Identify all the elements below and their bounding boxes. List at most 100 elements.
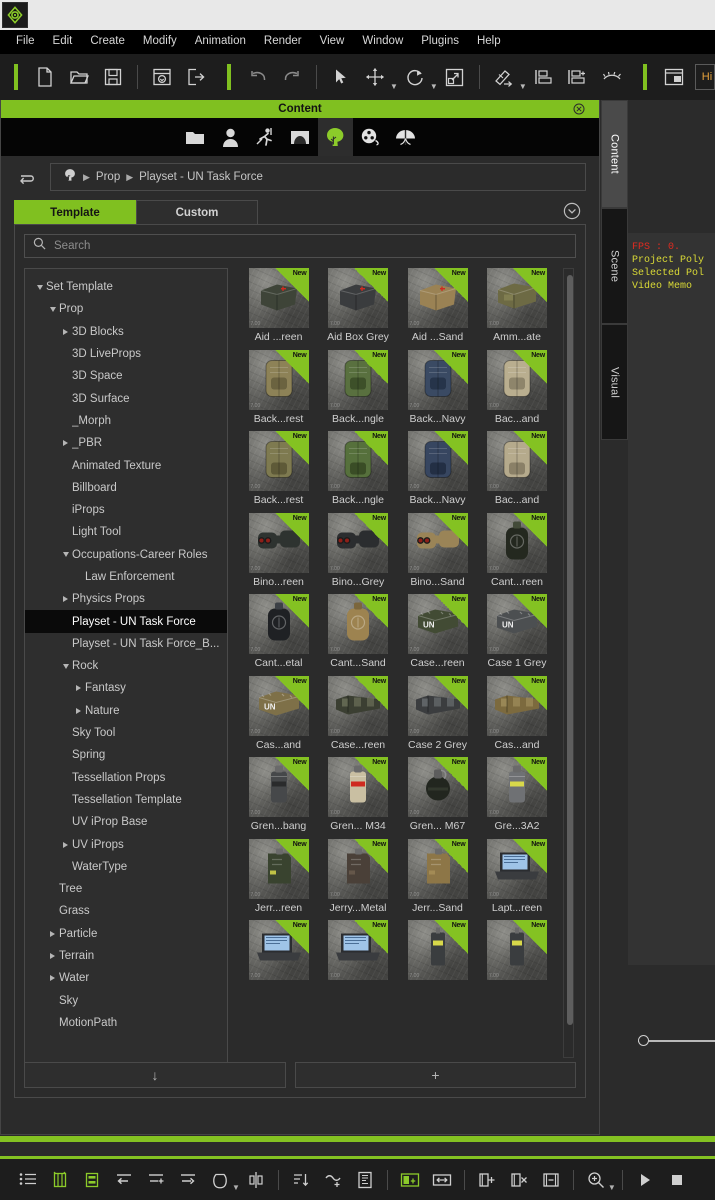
chevron-down-icon[interactable] bbox=[46, 306, 59, 312]
menu-item-create[interactable]: Create bbox=[81, 33, 134, 51]
asset-cell[interactable]: New 7.00 Case...reen bbox=[319, 675, 398, 757]
asset-thumbnail[interactable]: New 7.00 bbox=[407, 757, 468, 818]
new-project-icon[interactable] bbox=[30, 62, 60, 92]
open-project-icon[interactable] bbox=[64, 62, 94, 92]
asset-cell[interactable]: New 7.00 Back...rest bbox=[239, 349, 318, 431]
tree-node-morph[interactable]: _Morph bbox=[25, 410, 227, 432]
asset-thumbnail[interactable]: New 7.00 bbox=[407, 512, 468, 573]
transition-icon[interactable] bbox=[320, 1167, 346, 1193]
menu-item-plugins[interactable]: Plugins bbox=[412, 33, 468, 51]
asset-cell[interactable]: New 7.00 Bino...Sand bbox=[398, 512, 477, 594]
tree-root-icon[interactable] bbox=[63, 168, 77, 187]
align-bottom-icon[interactable] bbox=[529, 62, 559, 92]
play-icon[interactable] bbox=[632, 1167, 658, 1193]
asset-thumbnail[interactable]: New 7.00 bbox=[487, 675, 547, 736]
delete-track-icon[interactable] bbox=[506, 1167, 532, 1193]
asset-thumbnail[interactable]: UN New 7.00 bbox=[487, 594, 547, 655]
asset-cell[interactable]: New 7.00 Aid ...reen bbox=[239, 268, 318, 349]
tab-custom[interactable]: Custom bbox=[136, 200, 258, 224]
chevron-right-icon[interactable] bbox=[46, 953, 59, 960]
prop-tree-icon[interactable] bbox=[317, 118, 353, 156]
asset-cell[interactable]: New 7.00 Bino...Grey bbox=[319, 512, 398, 594]
asset-thumbnail[interactable]: New 7.00 bbox=[248, 920, 309, 981]
stage-icon[interactable] bbox=[283, 118, 318, 156]
asset-thumbnail[interactable]: New 7.00 bbox=[328, 268, 388, 328]
track-list-icon[interactable] bbox=[15, 1167, 41, 1193]
import-icon[interactable] bbox=[147, 62, 177, 92]
viewport-slider-handle[interactable] bbox=[638, 1035, 649, 1046]
dock-tab-scene[interactable]: Scene bbox=[601, 208, 628, 324]
asset-thumbnail[interactable]: New 7.00 bbox=[487, 920, 547, 981]
breadcrumb-segment-0[interactable]: Prop bbox=[96, 171, 120, 183]
viewport-canvas[interactable]: FPS : 0. Project Poly Selected Pol Video… bbox=[628, 233, 715, 965]
asset-cell[interactable]: New 7.00 Amm...ate bbox=[478, 268, 557, 349]
menu-item-window[interactable]: Window bbox=[353, 33, 412, 51]
asset-cell[interactable]: New 7.00 Back...rest bbox=[239, 431, 318, 512]
asset-thumbnail[interactable]: New 7.00 bbox=[407, 431, 468, 492]
stop-icon[interactable] bbox=[664, 1167, 690, 1193]
asset-thumbnail[interactable]: New 7.00 bbox=[248, 431, 309, 492]
resize-clip-icon[interactable] bbox=[429, 1167, 455, 1193]
chevron-right-icon[interactable] bbox=[59, 841, 72, 848]
asset-thumbnail[interactable]: New 7.00 bbox=[328, 920, 388, 981]
asset-cell[interactable]: New 7.00 Jerr...reen bbox=[239, 838, 318, 920]
layout-panel-icon[interactable] bbox=[659, 62, 689, 92]
particle-icon[interactable] bbox=[388, 118, 423, 156]
category-tree[interactable]: Set Template Prop 3D Blocks 3D LiveProps 3D … bbox=[24, 268, 228, 1086]
asset-thumbnail[interactable]: New 7.00 bbox=[487, 268, 547, 328]
asset-grid-scrollbar[interactable] bbox=[563, 268, 574, 1058]
actor-icon[interactable] bbox=[213, 118, 248, 156]
asset-thumbnail[interactable]: New 7.00 bbox=[328, 349, 388, 410]
asset-cell[interactable]: New 7.00 Aid ...Sand bbox=[398, 268, 477, 349]
chevron-right-icon[interactable] bbox=[59, 328, 72, 335]
asset-cell[interactable]: New 7.00 Jerr...Sand bbox=[398, 838, 477, 920]
tree-node-uv-iprop-base[interactable]: UV iProp Base bbox=[25, 811, 227, 833]
breadcrumb-segment-1[interactable]: Playset - UN Task Force bbox=[139, 171, 263, 183]
collect-clip-icon[interactable] bbox=[79, 1167, 105, 1193]
asset-cell[interactable]: New 7.00 Back...Navy bbox=[398, 349, 477, 431]
chevron-down-icon[interactable] bbox=[59, 663, 72, 669]
asset-cell[interactable]: New 7.00 Aid Box Grey bbox=[319, 268, 398, 349]
tree-node-playset-un-task-force-b[interactable]: Playset - UN Task Force_B... bbox=[25, 633, 227, 655]
asset-thumbnail[interactable]: New 7.00 bbox=[328, 431, 388, 492]
asset-cell[interactable]: New 7.00 bbox=[239, 920, 318, 981]
asset-thumbnail[interactable]: New 7.00 bbox=[248, 512, 309, 573]
tree-node-rock[interactable]: Rock bbox=[25, 655, 227, 677]
loop-dropdown-icon[interactable]: ▼ bbox=[232, 1183, 240, 1192]
tree-node-3d-surface[interactable]: 3D Surface bbox=[25, 387, 227, 409]
asset-thumbnail[interactable]: New 7.00 bbox=[407, 838, 468, 899]
tree-node-occupations-career-roles[interactable]: Occupations-Career Roles bbox=[25, 544, 227, 566]
menu-item-help[interactable]: Help bbox=[468, 33, 510, 51]
asset-thumbnail[interactable]: New 7.00 bbox=[487, 431, 547, 492]
asset-thumbnail[interactable]: New 7.00 bbox=[248, 349, 309, 410]
undo-icon[interactable] bbox=[243, 62, 273, 92]
move-tool-icon[interactable] bbox=[360, 62, 390, 92]
chevron-down-icon[interactable] bbox=[33, 284, 46, 290]
split-green-icon[interactable] bbox=[397, 1167, 423, 1193]
asset-cell[interactable]: UN New 7.00 Case 1 Grey bbox=[478, 594, 557, 675]
chevron-right-icon[interactable] bbox=[72, 685, 85, 692]
save-project-icon[interactable] bbox=[98, 62, 128, 92]
zoom-icon[interactable] bbox=[583, 1167, 609, 1193]
menu-item-animation[interactable]: Animation bbox=[186, 33, 255, 51]
motion-icon[interactable] bbox=[248, 118, 283, 156]
eyelash-icon[interactable] bbox=[597, 62, 627, 92]
rotate-tool-icon[interactable] bbox=[400, 62, 430, 92]
scale-tool-icon[interactable] bbox=[440, 62, 470, 92]
back-arrow-icon[interactable] bbox=[14, 164, 40, 190]
asset-thumbnail[interactable]: New 7.00 bbox=[248, 268, 309, 328]
asset-cell[interactable]: New 7.00 Jerry...Metal bbox=[319, 838, 398, 920]
asset-cell[interactable]: New 7.00 Case 2 Grey bbox=[398, 675, 477, 757]
menu-item-modify[interactable]: Modify bbox=[134, 33, 186, 51]
asset-cell[interactable]: New 7.00 Gre...3A2 bbox=[478, 757, 557, 838]
tree-node-nature[interactable]: Nature bbox=[25, 700, 227, 722]
asset-thumbnail[interactable]: New 7.00 bbox=[487, 838, 547, 899]
asset-cell[interactable]: New 7.00 bbox=[478, 920, 557, 981]
tree-node-light-tool[interactable]: Light Tool bbox=[25, 521, 227, 543]
tree-node-terrain[interactable]: Terrain bbox=[25, 945, 227, 967]
add-track-icon[interactable] bbox=[474, 1167, 500, 1193]
tree-node-grass[interactable]: Grass bbox=[25, 900, 227, 922]
dock-tab-visual[interactable]: Visual bbox=[601, 324, 628, 440]
menu-item-view[interactable]: View bbox=[311, 33, 354, 51]
tree-node-billboard[interactable]: Billboard bbox=[25, 477, 227, 499]
